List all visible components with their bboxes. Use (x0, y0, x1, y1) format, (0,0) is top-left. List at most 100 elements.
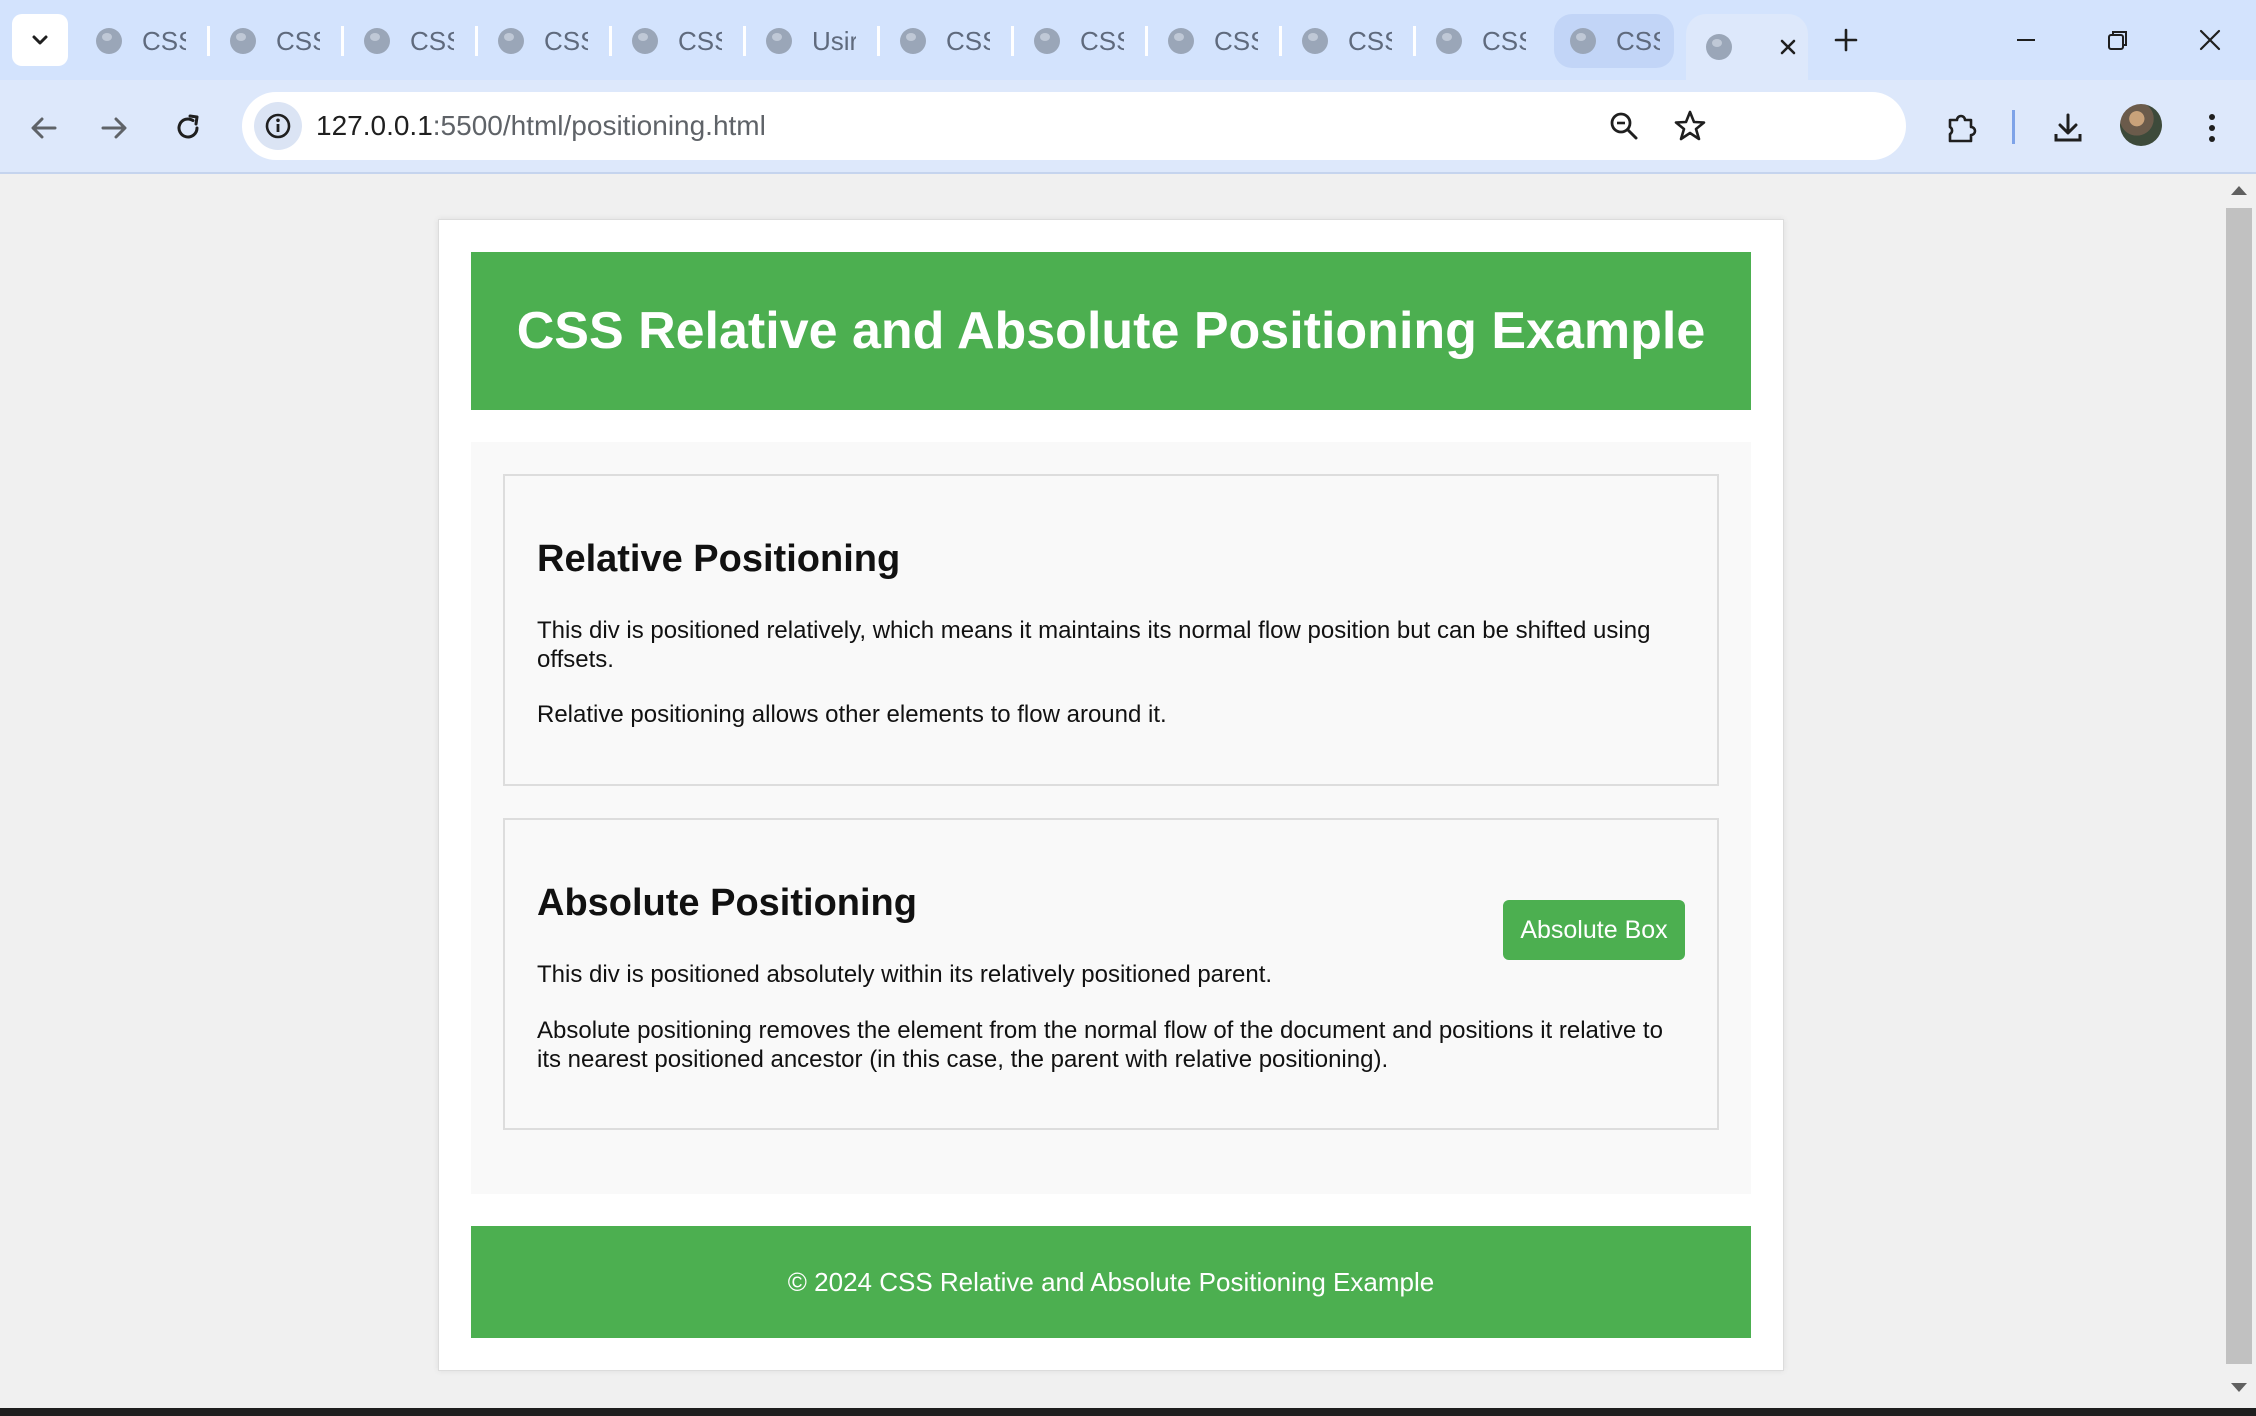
globe-icon (632, 28, 658, 54)
bookmark-button[interactable] (1666, 102, 1714, 150)
tab-title: CSS (142, 25, 186, 56)
url-path: :5500/html/positioning.html (432, 110, 766, 141)
absolute-paragraph-1: This div is positioned absolutely within… (537, 961, 1273, 988)
relative-section: Relative Positioning This div is positio… (503, 474, 1719, 786)
page-title: CSS Relative and Absolute Positioning Ex… (516, 302, 1706, 360)
arrow-left-icon (31, 117, 57, 139)
browser-tab[interactable]: CSS (632, 14, 732, 68)
absolute-heading: Absolute Positioning (537, 882, 917, 924)
globe-icon (96, 28, 122, 54)
toolbar-divider (2012, 110, 2015, 144)
download-icon (2054, 113, 2082, 142)
browser-tab[interactable]: CSS (1554, 14, 1674, 68)
tab-divider (877, 26, 880, 56)
tab-title: CSS (1214, 25, 1258, 56)
zoom-button[interactable] (1600, 102, 1648, 150)
tab-divider (341, 26, 344, 56)
globe-icon (766, 28, 792, 54)
restore-icon (2108, 31, 2127, 50)
globe-icon (1302, 28, 1328, 54)
main-content: Relative Positioning This div is positio… (471, 442, 1751, 1194)
scrollbar-thumb[interactable] (2226, 208, 2252, 1364)
scroll-down-icon[interactable] (2231, 1383, 2247, 1392)
tab-strip: CSS CSS CSS CSS CSS Usir CSS CSS CSS CSS… (0, 0, 2256, 80)
browser-tab[interactable]: CSS (1436, 14, 1536, 68)
tab-title: Usir (812, 25, 856, 56)
absolute-section: Absolute Positioning Absolute Box This d… (503, 818, 1719, 1130)
browser-tab[interactable]: CSS (498, 14, 598, 68)
close-window-button[interactable] (2180, 14, 2240, 66)
globe-icon (1168, 28, 1194, 54)
browser-tab[interactable]: CSS (1302, 14, 1402, 68)
globe-icon (1570, 28, 1596, 54)
tab-title: CSS (946, 25, 990, 56)
absolute-box: Absolute Box (1503, 900, 1685, 960)
more-vert-icon (2209, 114, 2215, 142)
tab-divider (609, 26, 612, 56)
tab-title: CSS (1616, 25, 1660, 56)
browser-toolbar: 127.0.0.1:5500/html/positioning.html (0, 80, 2256, 174)
tab-title: CSS (1080, 25, 1124, 56)
zoom-icon (1610, 112, 1638, 140)
browser-tab[interactable]: Usir (766, 14, 866, 68)
tab-title: CSS (410, 25, 454, 56)
absolute-paragraph-2: Absolute positioning removes the element… (537, 1017, 1663, 1073)
restore-button[interactable] (2088, 14, 2148, 66)
tab-divider (475, 26, 478, 56)
tab-title: CSS (678, 25, 722, 56)
forward-button[interactable] (90, 104, 138, 152)
relative-heading: Relative Positioning (537, 538, 901, 580)
new-tab-button[interactable] (1816, 14, 1876, 66)
vertical-scrollbar[interactable] (2222, 174, 2256, 1408)
star-icon (1674, 110, 1706, 141)
globe-icon (900, 28, 926, 54)
active-tab[interactable] (1686, 14, 1808, 80)
tab-divider (1413, 26, 1416, 56)
profile-avatar[interactable] (2120, 104, 2162, 146)
menu-button[interactable] (2188, 104, 2236, 152)
page-header: CSS Relative and Absolute Positioning Ex… (471, 252, 1751, 410)
page-container: CSS Relative and Absolute Positioning Ex… (438, 219, 1784, 1371)
tab-divider (207, 26, 210, 56)
page-viewport: CSS Relative and Absolute Positioning Ex… (0, 174, 2222, 1408)
tab-search-button[interactable] (12, 14, 68, 66)
browser-tab[interactable]: CSS (900, 14, 1000, 68)
scroll-up-icon[interactable] (2231, 186, 2247, 195)
url-host: 127.0.0.1 (316, 110, 433, 141)
extensions-button[interactable] (1938, 104, 1986, 152)
globe-icon (230, 28, 256, 54)
chevron-down-icon (32, 35, 48, 45)
browser-tab[interactable]: CSS (96, 14, 196, 68)
reload-button[interactable] (164, 104, 212, 152)
tab-divider (1279, 26, 1282, 56)
relative-paragraph-2: Relative positioning allows other elemen… (537, 701, 1167, 728)
taskbar-edge (0, 1408, 2256, 1416)
url-text[interactable]: 127.0.0.1:5500/html/positioning.html (316, 110, 766, 142)
puzzle-icon (1948, 114, 1977, 143)
tab-divider (743, 26, 746, 56)
close-tab-icon[interactable] (1776, 35, 1800, 59)
downloads-button[interactable] (2044, 104, 2092, 152)
browser-tab[interactable]: CSS (1034, 14, 1134, 68)
globe-icon (1706, 34, 1732, 60)
globe-icon (364, 28, 390, 54)
tab-title: CSS (1482, 25, 1526, 56)
minimize-button[interactable] (1996, 14, 2056, 66)
browser-tab[interactable]: CSS (1168, 14, 1268, 68)
relative-paragraph-1: This div is positioned relatively, which… (537, 617, 1651, 673)
tab-divider (1145, 26, 1148, 56)
arrow-right-icon (101, 117, 127, 139)
close-icon (2199, 29, 2221, 51)
globe-icon (1034, 28, 1060, 54)
page-footer: © 2024 CSS Relative and Absolute Positio… (471, 1226, 1751, 1338)
globe-icon (1436, 28, 1462, 54)
tab-title: CSS (544, 25, 588, 56)
site-info-icon[interactable] (254, 102, 302, 150)
tab-title: CSS (276, 25, 320, 56)
browser-tab[interactable]: CSS (230, 14, 330, 68)
tab-title: CSS (1348, 25, 1392, 56)
browser-tab[interactable]: CSS (364, 14, 464, 68)
globe-icon (498, 28, 524, 54)
address-bar[interactable]: 127.0.0.1:5500/html/positioning.html (242, 92, 1906, 160)
back-button[interactable] (20, 104, 68, 152)
